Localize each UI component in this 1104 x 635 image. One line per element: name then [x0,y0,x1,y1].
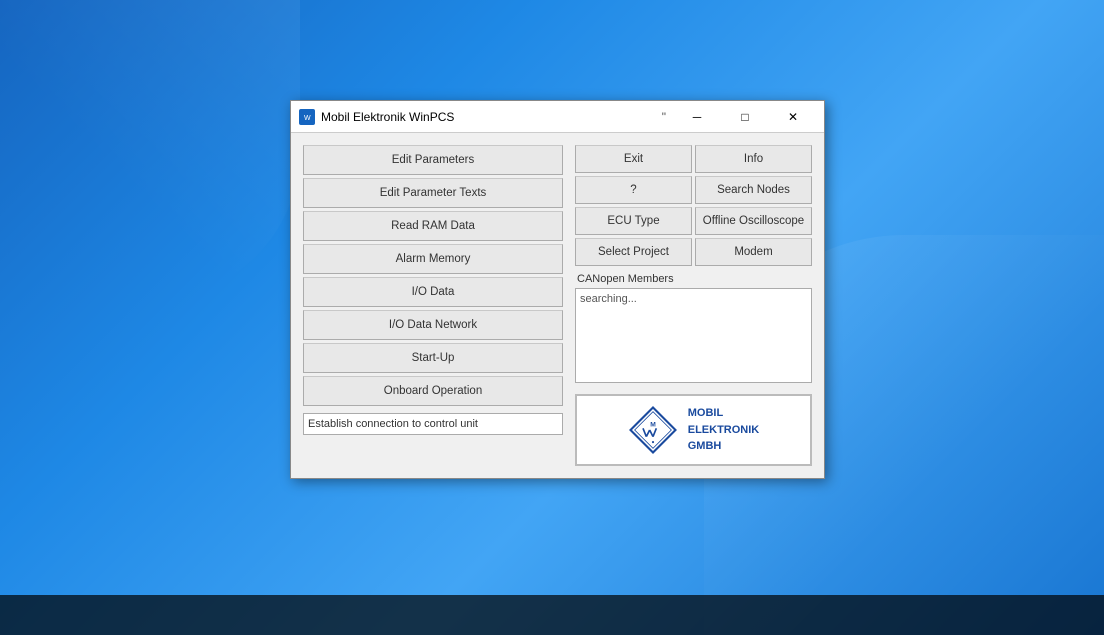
logo-container: M ● MOBIL ELEKTRONIK GMBH [575,394,812,466]
right-panel: Exit Info ? Search Nodes ECU Type Offlin… [575,145,812,466]
taskbar [0,595,1104,635]
io-data-network-button[interactable]: I/O Data Network [303,310,563,340]
main-window: W Mobil Elektronik WinPCS " ─ □ ✕ Edit P… [290,100,825,479]
svg-text:M: M [650,422,656,429]
right-row-2: ? Search Nodes [575,176,812,204]
canopen-members-box: searching... [575,288,812,383]
window-subtitle: " [662,110,666,124]
left-panel: Edit Parameters Edit Parameter Texts Rea… [303,145,563,466]
onboard-operation-button[interactable]: Onboard Operation [303,376,563,406]
modem-button[interactable]: Modem [695,238,812,266]
close-button[interactable]: ✕ [770,101,816,133]
window-content: Edit Parameters Edit Parameter Texts Rea… [291,133,824,478]
alarm-memory-button[interactable]: Alarm Memory [303,244,563,274]
window-title: Mobil Elektronik WinPCS [321,110,662,124]
read-ram-data-button[interactable]: Read RAM Data [303,211,563,241]
window-controls: ─ □ ✕ [674,101,816,133]
maximize-button[interactable]: □ [722,101,768,133]
title-bar: W Mobil Elektronik WinPCS " ─ □ ✕ [291,101,824,133]
info-button[interactable]: Info [695,145,812,173]
io-data-button[interactable]: I/O Data [303,277,563,307]
company-name: MOBIL ELEKTRONIK GMBH [688,405,760,455]
help-button[interactable]: ? [575,176,692,204]
svg-text:●: ● [651,439,654,445]
minimize-button[interactable]: ─ [674,101,720,133]
status-text: Establish connection to control unit [308,418,478,430]
search-nodes-button[interactable]: Search Nodes [695,176,812,204]
start-up-button[interactable]: Start-Up [303,343,563,373]
select-project-button[interactable]: Select Project [575,238,692,266]
canopen-label: CANopen Members [575,273,812,285]
company-logo: M ● [628,405,678,455]
right-row-4: Select Project Modem [575,238,812,266]
right-row-1: Exit Info [575,145,812,173]
offline-oscilloscope-button[interactable]: Offline Oscilloscope [695,207,812,235]
svg-text:W: W [304,115,311,122]
ecu-type-button[interactable]: ECU Type [575,207,692,235]
app-icon: W [299,109,315,125]
canopen-status: searching... [580,293,637,305]
edit-parameter-texts-button[interactable]: Edit Parameter Texts [303,178,563,208]
exit-button[interactable]: Exit [575,145,692,173]
right-row-3: ECU Type Offline Oscilloscope [575,207,812,235]
status-bar: Establish connection to control unit [303,413,563,435]
edit-parameters-button[interactable]: Edit Parameters [303,145,563,175]
